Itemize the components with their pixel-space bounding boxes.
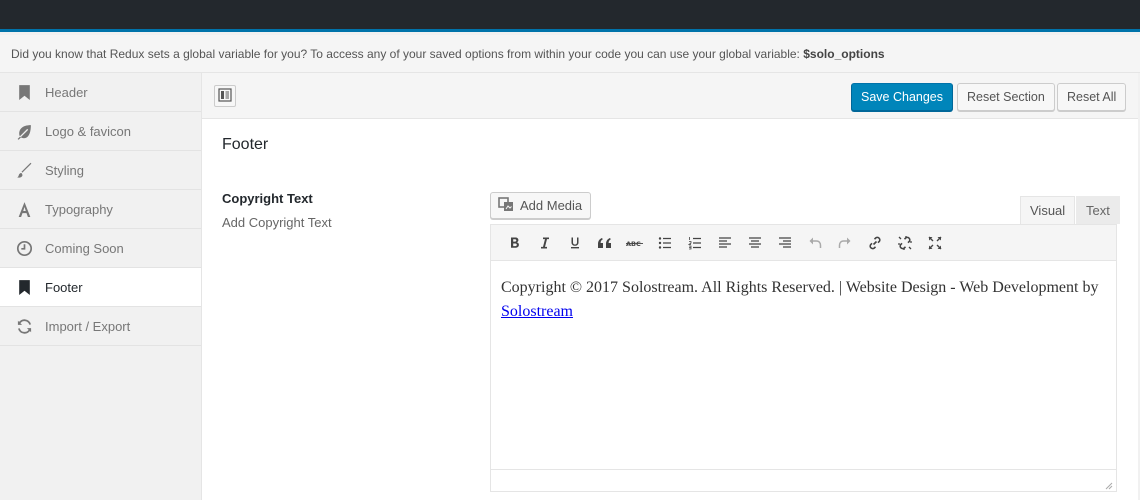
- align-left-button[interactable]: [710, 229, 740, 257]
- notice-text: Did you know that Redux sets a global va…: [11, 47, 800, 61]
- expand-icon: [218, 87, 232, 105]
- editor-content[interactable]: Copyright © 2017 Solostream. All Rights …: [491, 261, 1116, 339]
- sidebar-item-styling[interactable]: Styling: [0, 151, 201, 190]
- editor-toolbar: ABC: [491, 225, 1116, 261]
- add-media-label: Add Media: [520, 198, 583, 213]
- clock-icon: [14, 238, 34, 258]
- add-media-button[interactable]: Add Media: [490, 192, 592, 219]
- bold-icon: [511, 237, 519, 248]
- leaf-icon: [14, 121, 34, 141]
- numbered-list-button[interactable]: [680, 229, 710, 257]
- sidebar-item-import-export[interactable]: Import / Export: [0, 307, 201, 346]
- redo-icon: [838, 237, 851, 248]
- tab-text[interactable]: Text: [1076, 196, 1120, 224]
- rich-text-editor: ABC Copyright © 2017 Solostream. All Rig…: [490, 224, 1117, 492]
- bullet-list-button[interactable]: [650, 229, 680, 257]
- sidebar-item-label: Import / Export: [45, 318, 131, 334]
- options-sidebar: Header Logo & favicon Styling Typography…: [0, 73, 202, 500]
- bookmark-icon: [14, 82, 34, 102]
- underline-icon: [571, 237, 579, 248]
- sidebar-item-label: Footer: [45, 279, 83, 295]
- sidebar-item-coming-soon[interactable]: Coming Soon: [0, 229, 201, 268]
- link-icon: [869, 236, 881, 249]
- svg-text:ABC: ABC: [626, 240, 641, 248]
- unlink-icon: [898, 235, 912, 250]
- bullet-list-icon: [658, 236, 671, 249]
- field-title: Copyright Text: [222, 191, 313, 206]
- reset-all-button[interactable]: Reset All: [1057, 83, 1127, 111]
- sidebar-item-label: Coming Soon: [45, 240, 124, 256]
- section-title: Footer: [222, 136, 269, 153]
- bookmark-icon: [14, 277, 34, 297]
- blockquote-icon: [598, 237, 611, 248]
- admin-bar: [0, 0, 1140, 32]
- align-center-button[interactable]: [740, 229, 770, 257]
- undo-icon: [809, 237, 822, 248]
- align-left-icon: [719, 236, 731, 248]
- options-toolbar: Save Changes Reset Section Reset All: [202, 73, 1138, 119]
- strikethrough-icon: ABC: [626, 240, 643, 248]
- sidebar-item-typography[interactable]: Typography: [0, 190, 201, 229]
- sidebar-item-label: Header: [45, 84, 88, 100]
- media-icon: [498, 196, 520, 215]
- refresh-icon: [14, 316, 34, 336]
- italic-button[interactable]: [530, 229, 560, 257]
- field-subtitle: Add Copyright Text: [222, 215, 332, 230]
- link-button[interactable]: [860, 229, 890, 257]
- resize-handle-icon[interactable]: [1103, 478, 1113, 490]
- editor-statusbar: [491, 469, 1116, 491]
- typography-icon: [14, 199, 34, 219]
- italic-icon: [541, 237, 549, 248]
- sidebar-item-logo-favicon[interactable]: Logo & favicon: [0, 112, 201, 151]
- tab-visual[interactable]: Visual: [1020, 196, 1076, 224]
- align-right-button[interactable]: [770, 229, 800, 257]
- sidebar-item-label: Typography: [45, 201, 113, 217]
- align-right-icon: [779, 236, 791, 248]
- options-main: Save Changes Reset Section Reset All Foo…: [202, 73, 1138, 500]
- align-center-icon: [749, 236, 761, 248]
- solostream-link[interactable]: Solostream: [501, 303, 573, 320]
- redux-notice: Did you know that Redux sets a global va…: [0, 35, 1140, 73]
- brush-icon: [14, 160, 34, 180]
- bold-button[interactable]: [500, 229, 530, 257]
- sidebar-item-header[interactable]: Header: [0, 73, 201, 112]
- save-changes-button[interactable]: Save Changes: [851, 83, 954, 111]
- undo-button[interactable]: [800, 229, 830, 257]
- numbered-list-icon: [688, 236, 701, 249]
- sidebar-item-label: Logo & favicon: [45, 123, 132, 139]
- sidebar-item-label: Styling: [45, 162, 85, 178]
- underline-button[interactable]: [560, 229, 590, 257]
- sidebar-item-footer[interactable]: Footer: [0, 268, 201, 307]
- fullscreen-icon: [928, 236, 942, 249]
- blockquote-button[interactable]: [590, 229, 620, 257]
- fullscreen-button[interactable]: [920, 229, 950, 257]
- redo-button[interactable]: [830, 229, 860, 257]
- notice-variable: $solo_options: [803, 47, 885, 61]
- reset-section-button[interactable]: Reset Section: [957, 83, 1055, 111]
- expand-options-button[interactable]: [214, 85, 236, 107]
- unlink-button[interactable]: [890, 229, 920, 257]
- copyright-text: Copyright © 2017 Solostream. All Rights …: [501, 279, 1099, 296]
- strikethrough-button[interactable]: ABC: [620, 229, 650, 257]
